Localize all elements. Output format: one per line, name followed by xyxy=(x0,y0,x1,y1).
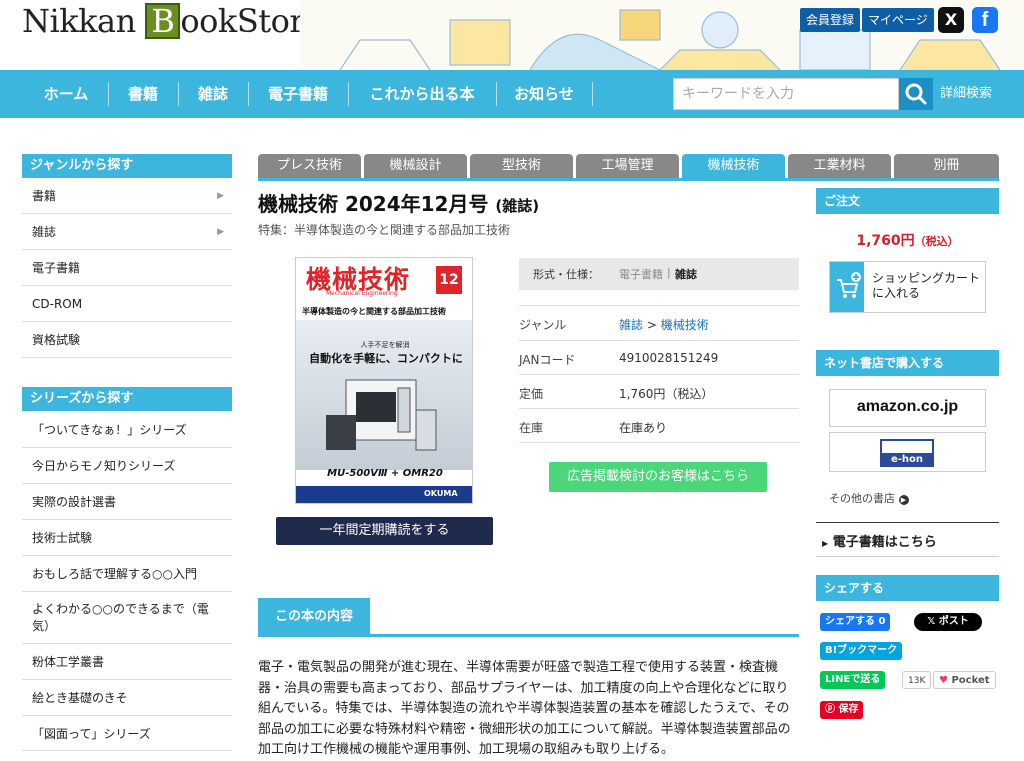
register-button[interactable]: 会員登録 xyxy=(800,8,861,32)
x-post-button[interactable]: 𝕏 ポスト xyxy=(914,613,982,631)
cover-company: OKUMA xyxy=(424,489,458,498)
series-item[interactable]: 実際の設計選書 xyxy=(22,484,232,520)
genre-item-cdrom[interactable]: CD-ROM xyxy=(22,286,232,322)
nav-magazines[interactable]: 雑誌 xyxy=(178,70,248,118)
add-to-cart-button[interactable]: ショッピングカートに入れる xyxy=(829,261,986,313)
cover-headline-small: 人手不足を解消 xyxy=(360,341,410,349)
cart-icon xyxy=(830,262,864,312)
cover-feature: 半導体製造の今と関連する部品加工技術 xyxy=(302,307,446,316)
order-heading: ご注文 xyxy=(816,188,999,214)
logo-book-mark: B xyxy=(145,3,181,39)
about-tab[interactable]: この本の内容 xyxy=(258,598,370,635)
book-cover[interactable]: 機械技術 12 Mechanical Engineering 半導体製造の今と関… xyxy=(295,257,473,504)
line-send-button[interactable]: LINEで送る xyxy=(820,671,886,689)
order-price: 1,760円（税込） xyxy=(856,233,959,249)
series-item[interactable]: 技術士試験 xyxy=(22,520,232,556)
format-row: 形式・仕様： 電子書籍 | 雑誌 xyxy=(519,258,799,290)
pocket-icon: ♥ xyxy=(939,675,952,686)
cover-headline: 自動化を手軽に、コンパクトに xyxy=(309,352,463,365)
ebook-link[interactable]: ▶ 電子書籍はこちら xyxy=(822,531,937,550)
page-subtitle: 特集：半導体製造の今と関連する部品加工技術 xyxy=(258,223,511,237)
facebook-share-button[interactable]: シェアする 0 xyxy=(820,613,891,631)
genre-heading: ジャンルから探す xyxy=(22,154,232,178)
pocket-button[interactable]: ♥ Pocket xyxy=(933,671,996,689)
nav-ebooks[interactable]: 電子書籍 xyxy=(248,70,348,118)
x-icon: 𝕏 xyxy=(927,616,939,627)
cover-magazine-en: Mechanical Engineering xyxy=(326,290,398,297)
search-input[interactable]: キーワードを入力 xyxy=(673,78,899,110)
chevron-right-icon: ▶ xyxy=(217,190,224,201)
tab-mechanical[interactable]: 機械技術 xyxy=(682,154,785,178)
series-item[interactable]: 粉体工学叢書 xyxy=(22,644,232,680)
series-item[interactable]: 「ついてきなぁ！」シリーズ xyxy=(22,412,232,448)
site-logo[interactable]: Nikkan BookStore xyxy=(22,2,323,40)
pinterest-icon: ⓟ xyxy=(825,704,839,715)
cover-model: MU-500VⅢ + OMR20 xyxy=(327,468,443,479)
site-header: Nikkan BookStore 会員登録 マイページ X f xyxy=(0,0,1024,70)
series-item[interactable]: 今日からモノ知りシリーズ xyxy=(22,448,232,484)
nav-upcoming[interactable]: これから出る本 xyxy=(348,70,496,118)
share-heading: シェアする xyxy=(816,575,999,601)
genre-item-exam[interactable]: 資格試験 xyxy=(22,322,232,358)
pinterest-save-button[interactable]: ⓟ 保存 xyxy=(820,701,864,719)
about-underline xyxy=(258,634,799,637)
tab-extra[interactable]: 別冊 xyxy=(894,154,999,178)
genre-item-ebooks[interactable]: 電子書籍 xyxy=(22,250,232,286)
amazon-link[interactable]: amazon.co.jp xyxy=(829,389,986,427)
genre-item-books[interactable]: 書籍 ▶ xyxy=(22,178,232,214)
chevron-right-icon: ▶ xyxy=(217,226,224,237)
nav-news[interactable]: お知らせ xyxy=(496,70,592,118)
facebook-icon[interactable]: f xyxy=(972,7,998,33)
other-stores-link[interactable]: その他の書店 ▶ xyxy=(829,490,909,506)
tab-materials[interactable]: 工業材料 xyxy=(788,154,891,178)
tab-mold[interactable]: 型技術 xyxy=(470,154,573,178)
subscribe-button[interactable]: 一年間定期購読をする xyxy=(276,517,493,545)
arrow-circle-icon: ▶ xyxy=(898,495,909,505)
ad-inquiry-button[interactable]: 広告掲載検討のお客様はこちら xyxy=(549,462,767,492)
series-heading: シリーズから探す xyxy=(22,387,232,411)
cover-machine-image xyxy=(326,379,437,451)
genre-item-magazines[interactable]: 雑誌 ▶ xyxy=(22,214,232,250)
advanced-search-link[interactable]: 詳細検索 xyxy=(940,70,992,118)
nav-home[interactable]: ホーム xyxy=(24,70,108,118)
search-icon xyxy=(905,83,927,105)
page-title: 機械技術 2024年12月号 (雑誌) xyxy=(258,192,540,216)
tab-press[interactable]: プレス技術 xyxy=(258,154,361,178)
logo-text-pre: Nikkan xyxy=(22,2,146,40)
nav-books[interactable]: 書籍 xyxy=(108,70,178,118)
net-store-heading: ネット書店で購入する xyxy=(816,350,999,376)
ehon-link[interactable]: e-hon xyxy=(829,432,986,472)
genre-link-magazine[interactable]: 雑誌 xyxy=(619,318,643,332)
caret-right-icon: ▶ xyxy=(822,539,829,548)
tab-underline xyxy=(258,178,999,181)
series-item[interactable]: 絵とき基礎のきそ xyxy=(22,680,232,716)
search-button[interactable] xyxy=(899,78,933,110)
tab-factory[interactable]: 工場管理 xyxy=(576,154,679,178)
series-item[interactable]: おもしろ話で理解する○○入門 xyxy=(22,556,232,592)
hatena-bookmark-button[interactable]: B!ブックマーク xyxy=(820,642,903,660)
book-description: 電子・電気製品の開発が進む現在、半導体需要が旺盛で製造工程で使用する装置・検査機… xyxy=(258,660,791,757)
line-count: 13K xyxy=(902,671,932,689)
series-item[interactable]: よくわかる○○のできるまで（電気） xyxy=(22,592,232,644)
series-item[interactable]: 「図面って」シリーズ xyxy=(22,716,232,751)
genre-link-mechanical[interactable]: 機械技術 xyxy=(661,318,709,332)
tab-machine-design[interactable]: 機械設計 xyxy=(364,154,467,178)
cover-issue-number: 12 xyxy=(436,266,462,294)
x-icon[interactable]: X xyxy=(938,7,964,33)
mypage-button[interactable]: マイページ xyxy=(862,8,934,32)
